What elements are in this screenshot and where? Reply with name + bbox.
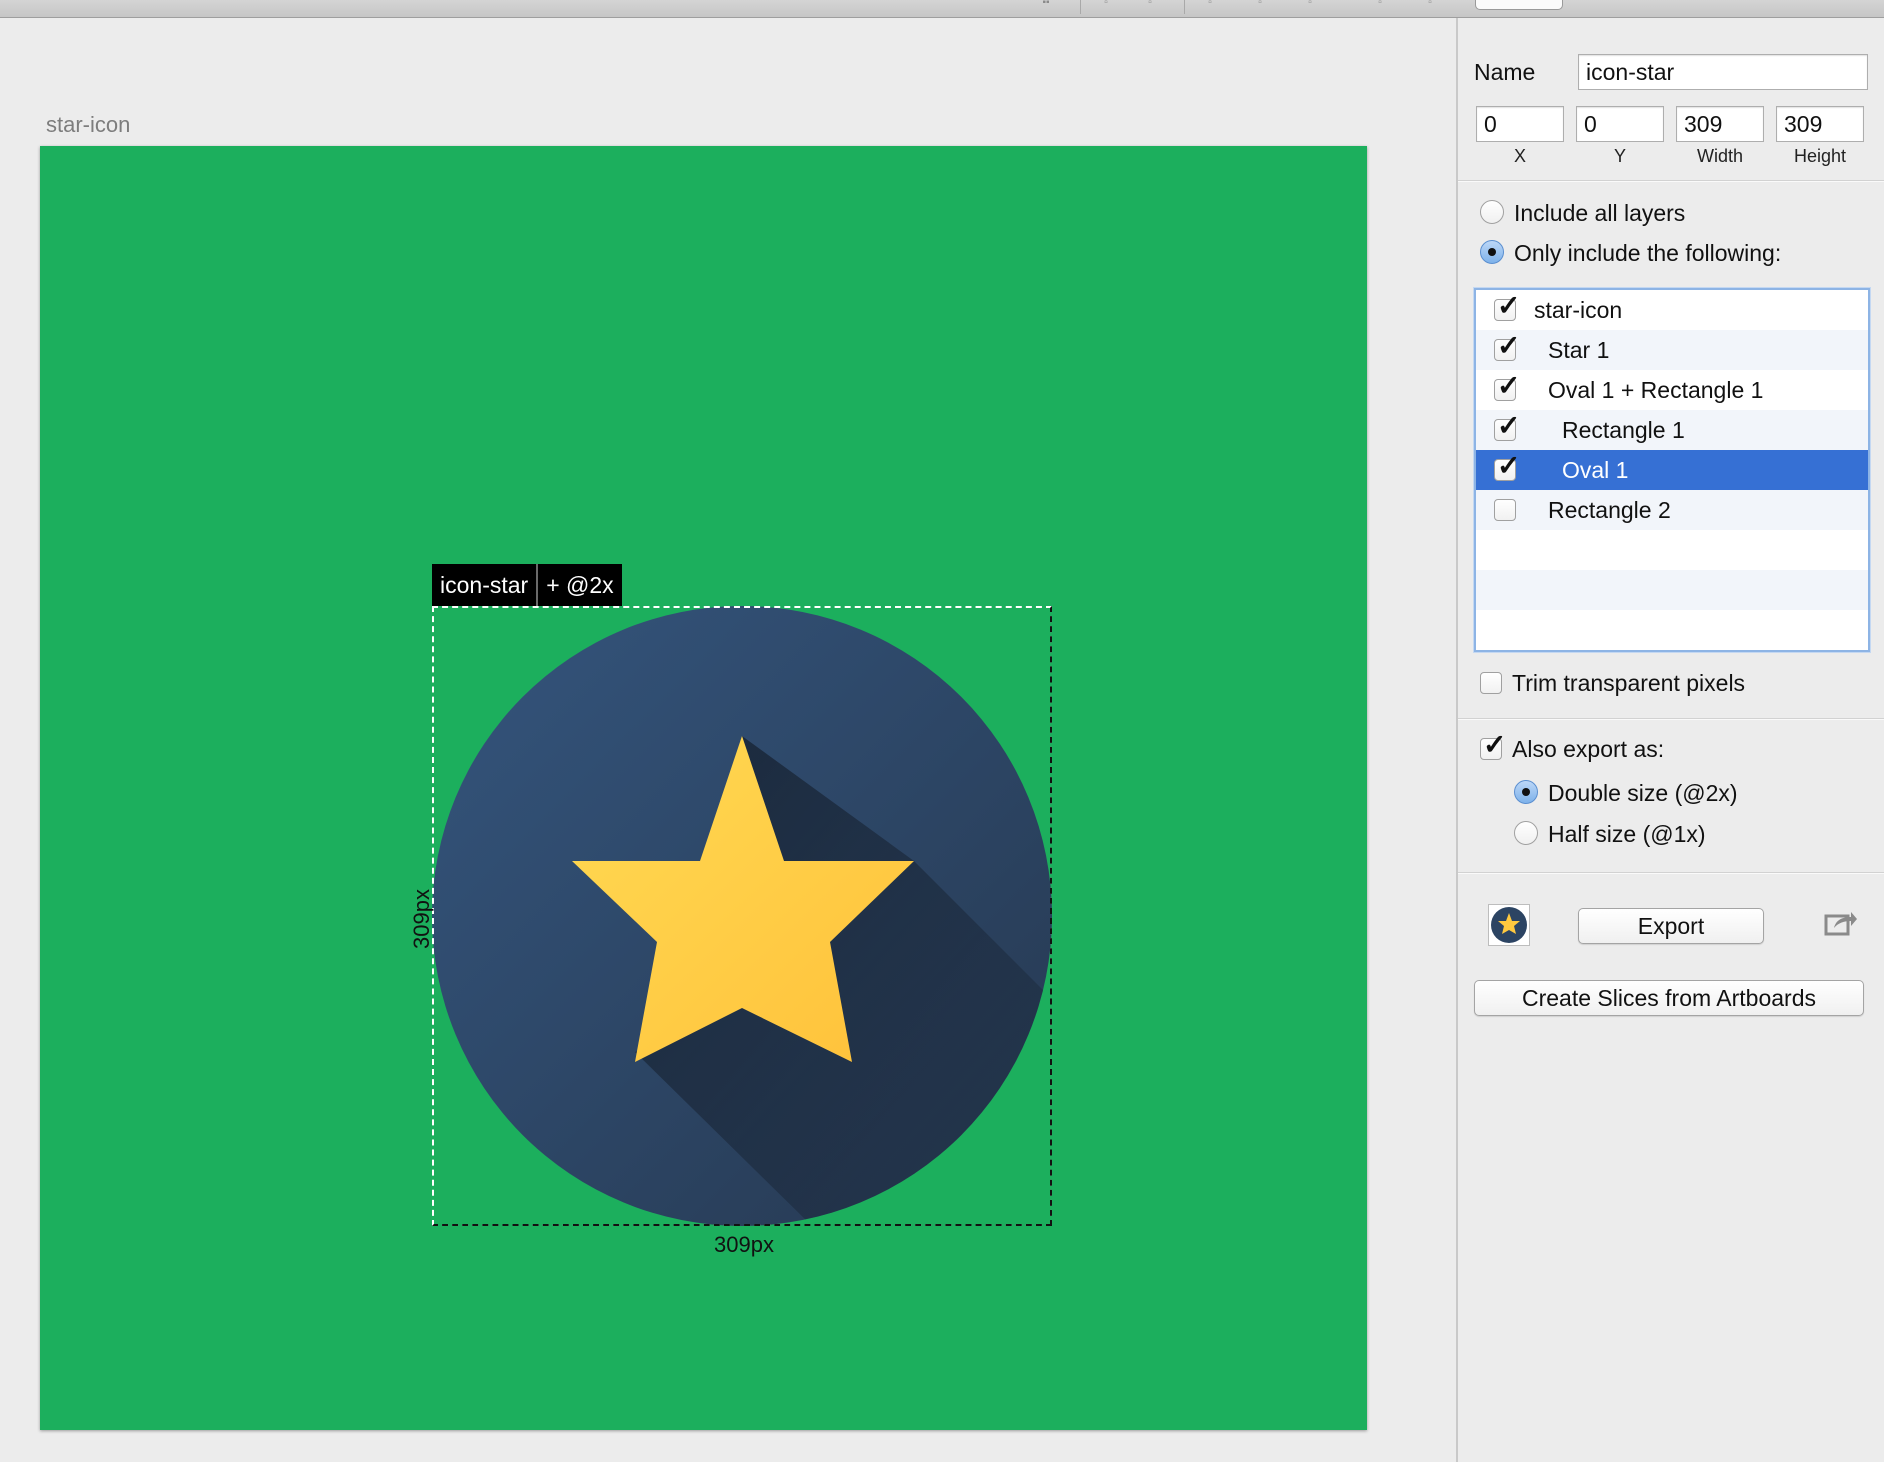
slice-height-measure: 309px [409,889,434,949]
width-caption: Width [1696,146,1743,166]
layer-row-oval-1[interactable]: ✓ Oval 1 [1476,450,1868,490]
artboard-title[interactable]: star-icon [46,112,130,138]
slice-tag[interactable]: icon-star + @2x [432,564,622,606]
half-size-radio[interactable] [1514,821,1538,845]
layer-row-empty [1476,570,1868,610]
height-field[interactable]: 309 [1776,106,1864,142]
double-size-label[interactable]: Double size (@2x) [1548,780,1738,807]
toolbar-divider [1184,0,1185,14]
checkmark-icon: ✓ [1497,330,1521,361]
divider [1458,718,1884,720]
include-all-label[interactable]: Include all layers [1514,200,1685,227]
layer-list[interactable]: ✓ star-icon ✓ Star 1 ✓ Oval 1 + Rectangl… [1474,288,1870,652]
inspector-panel: Name icon-star 0 0 309 309 X Y Width Hei… [1456,18,1884,1462]
checkmark-icon: ✓ [1497,370,1521,401]
checkmark-icon: ✓ [1497,410,1521,441]
only-include-label[interactable]: Only include the following: [1514,240,1781,267]
double-size-radio[interactable] [1514,780,1538,804]
layer-checkbox[interactable]: ✓ [1494,452,1520,481]
toolbar-icon[interactable]: ▫ [1370,0,1390,8]
layer-checkbox[interactable] [1494,499,1516,521]
x-caption: X [1513,146,1526,166]
y-field[interactable]: 0 [1576,106,1664,142]
slice-export-label: + @2x [546,572,614,598]
layer-row-star-1[interactable]: ✓ Star 1 [1476,330,1868,370]
layer-row-rectangle-2[interactable]: Rectangle 2 [1476,490,1868,530]
layer-label: star-icon [1534,297,1623,323]
toolbar-divider [1080,0,1081,14]
layer-row-empty [1476,530,1868,570]
width-field[interactable]: 309 [1676,106,1764,142]
layer-row-star-icon[interactable]: ✓ star-icon [1476,290,1868,330]
layer-label: Rectangle 1 [1562,417,1685,443]
divider [1458,872,1884,874]
layer-label: Oval 1 + Rectangle 1 [1548,377,1764,403]
toolbar-icon[interactable]: ▫ [1300,0,1320,8]
y-caption: Y [1613,146,1626,166]
checkmark-icon: ✓ [1497,290,1521,321]
layer-label: Oval 1 [1562,457,1629,483]
also-export-label[interactable]: Also export as: [1512,736,1664,763]
toolbar-button[interactable] [1475,0,1563,10]
toolbar-icon[interactable]: ▫ [1250,0,1270,8]
trim-label[interactable]: Trim transparent pixels [1512,670,1745,697]
layer-label: Rectangle 2 [1548,497,1671,523]
layer-row-oval-rectangle-group[interactable]: ✓ Oval 1 + Rectangle 1 [1476,370,1868,410]
divider [1458,180,1884,182]
height-caption: Height [1793,146,1847,166]
name-label: Name [1474,59,1536,85]
export-preview-thumbnail [1488,904,1530,946]
layer-row-empty [1476,610,1868,650]
checkmark-icon: ✓ [1497,450,1521,481]
toolbar-icon[interactable]: ▫ [1096,0,1116,8]
slice-name-label: icon-star [440,572,529,598]
include-all-radio[interactable] [1480,200,1504,224]
share-icon[interactable] [1824,908,1858,938]
x-field[interactable]: 0 [1476,106,1564,142]
create-slices-button[interactable]: Create Slices from Artboards [1474,980,1864,1016]
artboard[interactable]: icon-star + @2x 309px 309px [40,146,1367,1430]
toolbar-icon[interactable]: ▫ [1200,0,1220,8]
canvas[interactable]: star-icon icon-star + @2x 309px 309px [0,18,1456,1462]
toolbar-icon[interactable]: ▫ [1140,0,1160,8]
toolbar-icon[interactable]: ▪▪ [1036,0,1056,8]
toolbar: ▪▪ ▫ ▫ ▫ ▫ ▫ ▫ ▫ [0,0,1884,18]
slice-selection-box[interactable] [432,606,1052,1226]
trim-checkbox[interactable] [1480,672,1502,694]
half-size-label[interactable]: Half size (@1x) [1548,821,1706,848]
layer-checkbox[interactable]: ✓ [1494,292,1520,321]
layer-checkbox[interactable]: ✓ [1494,332,1520,361]
layer-checkbox[interactable]: ✓ [1494,412,1520,441]
checkmark-icon: ✓ [1483,729,1507,760]
toolbar-icon[interactable]: ▫ [1420,0,1440,8]
export-button[interactable]: Export [1578,908,1764,944]
name-field[interactable]: icon-star [1578,54,1868,90]
layer-checkbox[interactable]: ✓ [1494,372,1520,401]
layer-label: Star 1 [1548,337,1610,363]
slice-width-measure: 309px [714,1232,774,1257]
layer-row-rectangle-1[interactable]: ✓ Rectangle 1 [1476,410,1868,450]
also-export-checkbox[interactable]: ✓ [1480,731,1506,760]
only-include-radio[interactable] [1480,240,1504,264]
star-thumbnail-icon [1491,907,1527,943]
